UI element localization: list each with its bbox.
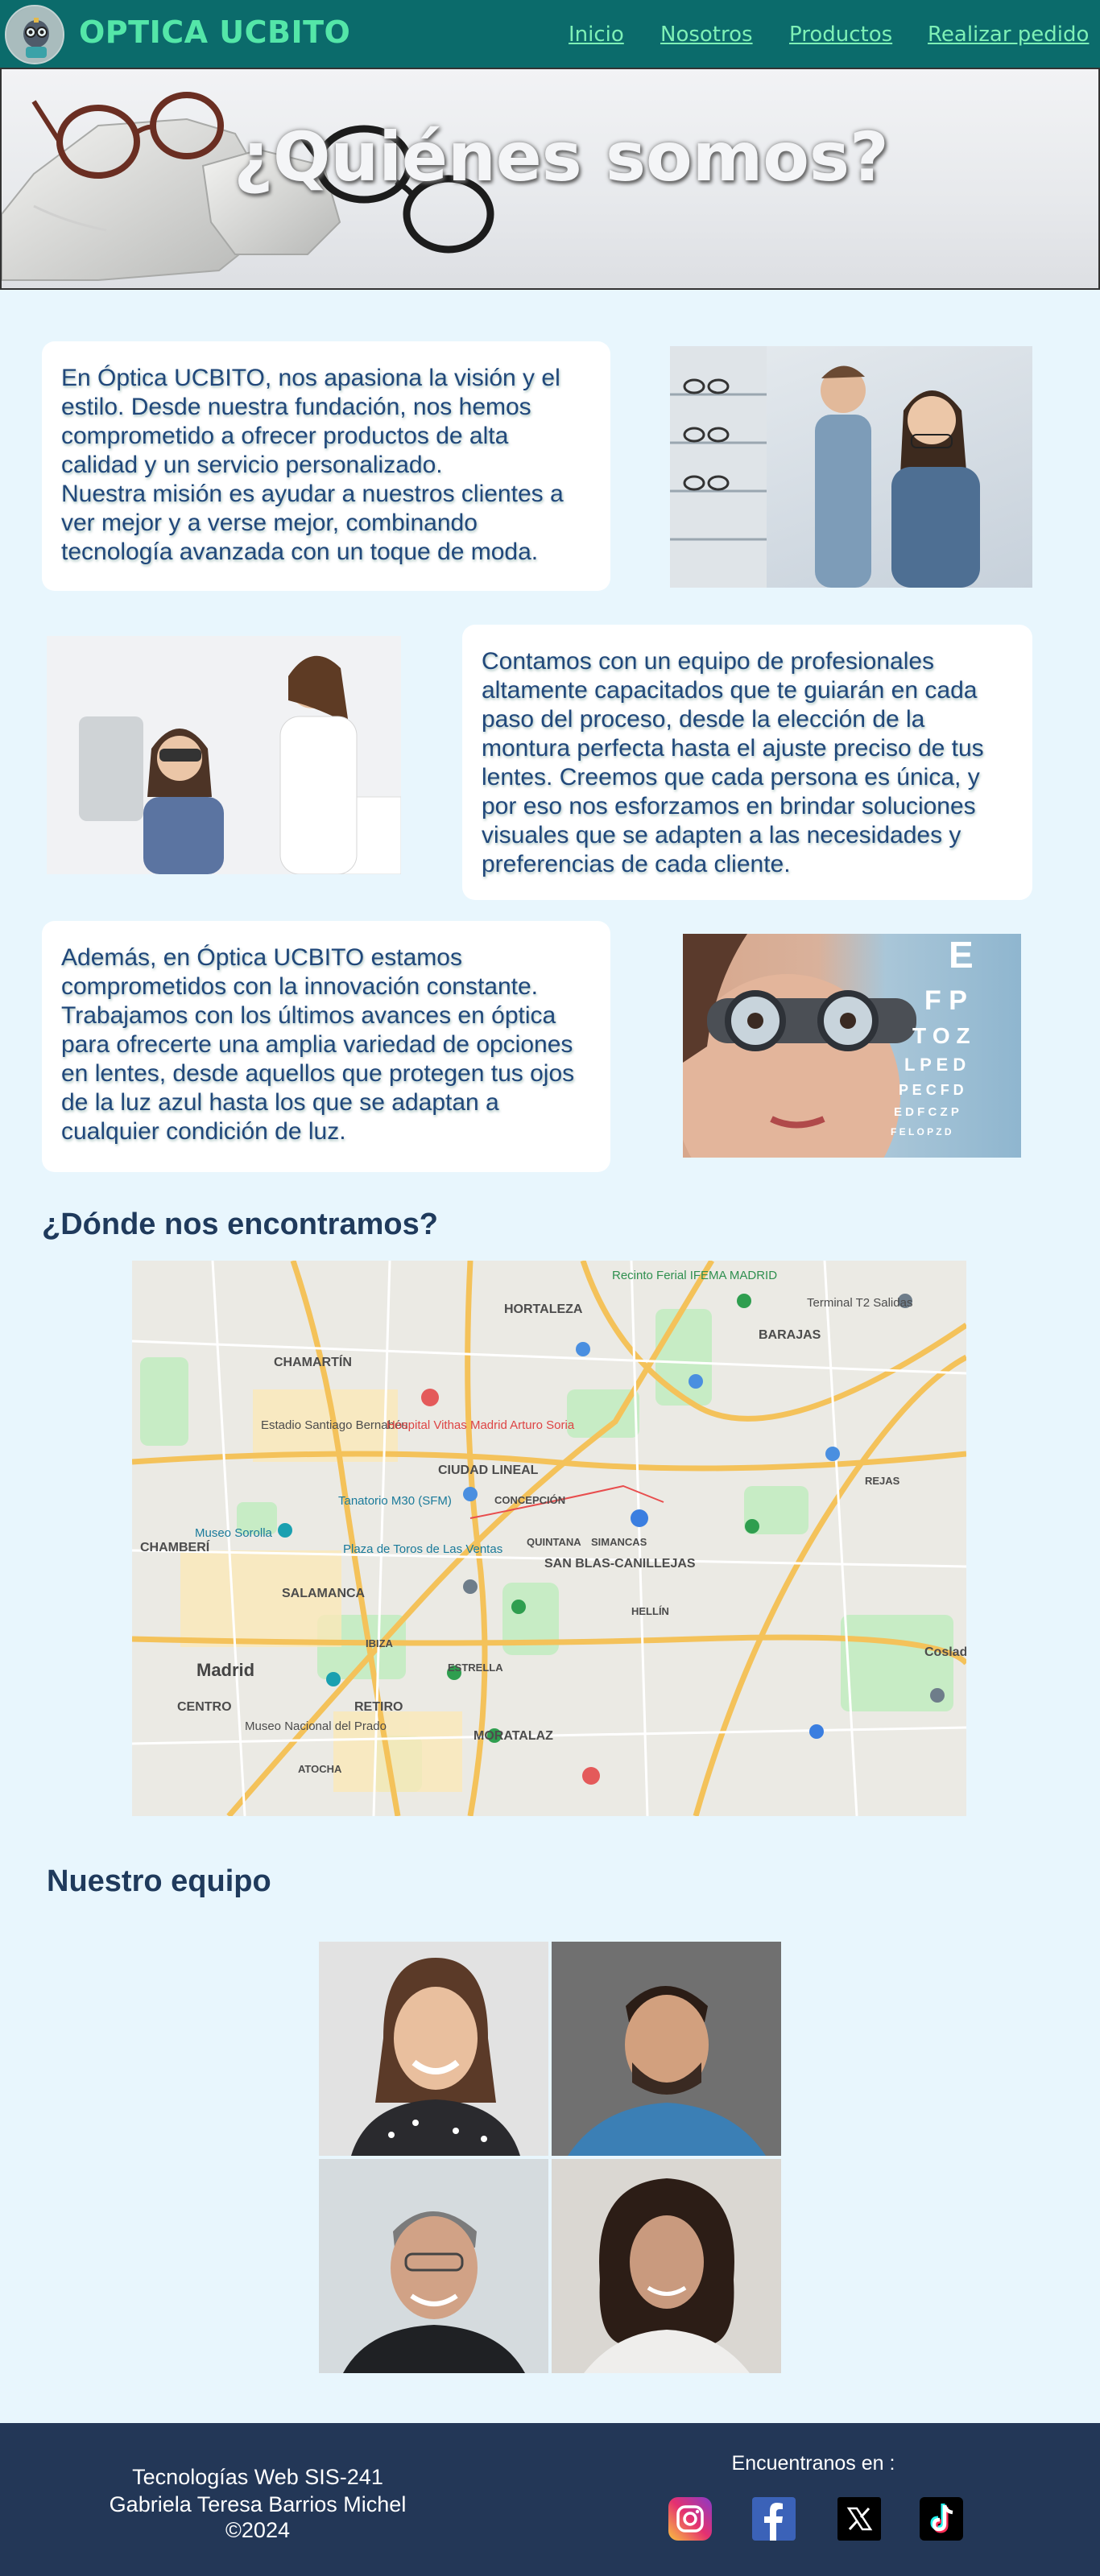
about-paragraph-3: Además, en Óptica UCBITO estamos comprom… [61, 944, 575, 1145]
map-poi-sorolla: Museo Sorolla [195, 1526, 272, 1540]
map-poi-hospital: Hospital Vithas Madrid Arturo Soria [387, 1418, 575, 1432]
map-label-chamberi: CHAMBERÍ [140, 1541, 210, 1554]
map-label-ciudad-lineal: CIUDAD LINEAL [438, 1463, 539, 1477]
footer-course: Tecnologías Web SIS-241 [132, 2465, 383, 2489]
map-label-hellin: HELLÍN [631, 1605, 669, 1617]
svg-text:P E C F D: P E C F D [899, 1082, 964, 1098]
brand-name[interactable]: OPTICA UCBITO [79, 14, 350, 50]
x-icon[interactable] [837, 2497, 881, 2541]
about-paragraph-2: Contamos con un equipo de profesionales … [482, 648, 984, 877]
map-label-atocha: ATOCHA [298, 1763, 342, 1775]
map-label-quintana: QUINTANA [527, 1536, 581, 1548]
instagram-icon[interactable] [668, 2497, 712, 2541]
team-grid [319, 1942, 781, 2373]
map-poi-tanatorio: Tanatorio M30 (SFM) [338, 1494, 452, 1508]
map-poi-museo-prado: Museo Nacional del Prado [245, 1719, 387, 1733]
about-card-3: Además, en Óptica UCBITO estamos comprom… [42, 921, 610, 1172]
svg-text:F P: F P [924, 985, 967, 1016]
map-label-san-blas: SAN BLAS-CANILLEJAS [544, 1557, 696, 1571]
map-label-salamanca: SALAMANCA [282, 1587, 366, 1600]
map-label-moratalaz: MORATALAZ [473, 1729, 553, 1743]
tiktok-icon[interactable] [920, 2497, 963, 2541]
map-label-retiro: RETIRO [354, 1700, 403, 1714]
svg-text:F E L O P Z D: F E L O P Z D [891, 1126, 952, 1137]
footer-author: Gabriela Teresa Barrios Michel [109, 2492, 407, 2516]
top-navbar: OPTICA UCBITO Inicio Nosotros Productos … [0, 0, 1100, 68]
svg-text:L P E D: L P E D [904, 1055, 966, 1075]
map-label-rejas: REJAS [865, 1475, 900, 1487]
team-title: Nuestro equipo [47, 1864, 271, 1898]
team-member-photo-4 [552, 2159, 781, 2373]
map-label-hortaleza: HORTALEZA [504, 1302, 583, 1316]
about-paragraph-1: En Óptica UCBITO, nos apasiona la visión… [61, 365, 564, 565]
map-label-simancas: SIMANCAS [591, 1536, 647, 1548]
team-member-photo-1 [319, 1942, 548, 2156]
nav-link-productos[interactable]: Productos [789, 23, 892, 47]
footer: Tecnologías Web SIS-241 Gabriela Teresa … [0, 2423, 1100, 2576]
map-poi-terminal: Terminal T2 Salidas [807, 1296, 913, 1310]
hero-banner: ¿Quiénes somos? [0, 68, 1100, 290]
map-label-coslada: Coslada [924, 1645, 966, 1659]
svg-text:T O Z: T O Z [912, 1023, 970, 1048]
map-label-chamartin: CHAMARTÍN [274, 1356, 352, 1369]
nav-link-nosotros[interactable]: Nosotros [660, 23, 753, 47]
nav-link-inicio[interactable]: Inicio [569, 23, 624, 47]
trial-frame-photo: E F P T O Z L P E D P E C F D E D F C Z … [683, 934, 1021, 1158]
about-card-1: En Óptica UCBITO, nos apasiona la visión… [42, 341, 610, 591]
location-map[interactable]: HORTALEZA BARAJAS CHAMARTÍN CIUDAD LINEA… [132, 1261, 966, 1816]
map-label-ibiza: IBIZA [366, 1637, 393, 1649]
svg-text:E D F C Z P: E D F C Z P [894, 1105, 959, 1119]
map-label-concepcion: CONCEPCIÓN [494, 1494, 566, 1506]
map-poi-recinto: Recinto Ferial IFEMA MADRID [612, 1269, 778, 1282]
svg-text:E: E [949, 934, 974, 976]
map-label-estrella: ESTRELLA [448, 1662, 503, 1674]
map-label-barajas: BARAJAS [759, 1328, 821, 1342]
team-member-photo-3 [319, 2159, 548, 2373]
about-card-2: Contamos con un equipo de profesionales … [462, 625, 1032, 900]
nav-link-realizar-pedido[interactable]: Realizar pedido [928, 23, 1089, 47]
team-member-photo-2 [552, 1942, 781, 2156]
map-label-madrid: Madrid [196, 1660, 255, 1680]
location-title: ¿Dónde nos encontramos? [42, 1208, 438, 1241]
footer-copyright: ©2024 [225, 2518, 290, 2542]
eye-exam-photo [47, 636, 401, 874]
hero-title: ¿Quiénes somos? [234, 118, 889, 196]
map-label-centro: CENTRO [177, 1700, 232, 1714]
facebook-icon[interactable] [752, 2497, 796, 2541]
footer-follow-label: Encuentranos en : [731, 2452, 895, 2475]
map-poi-plaza-toros: Plaza de Toros de Las Ventas [343, 1542, 503, 1556]
optometrist-customer-photo [670, 346, 1032, 588]
logo-mascot-icon[interactable] [5, 5, 64, 64]
